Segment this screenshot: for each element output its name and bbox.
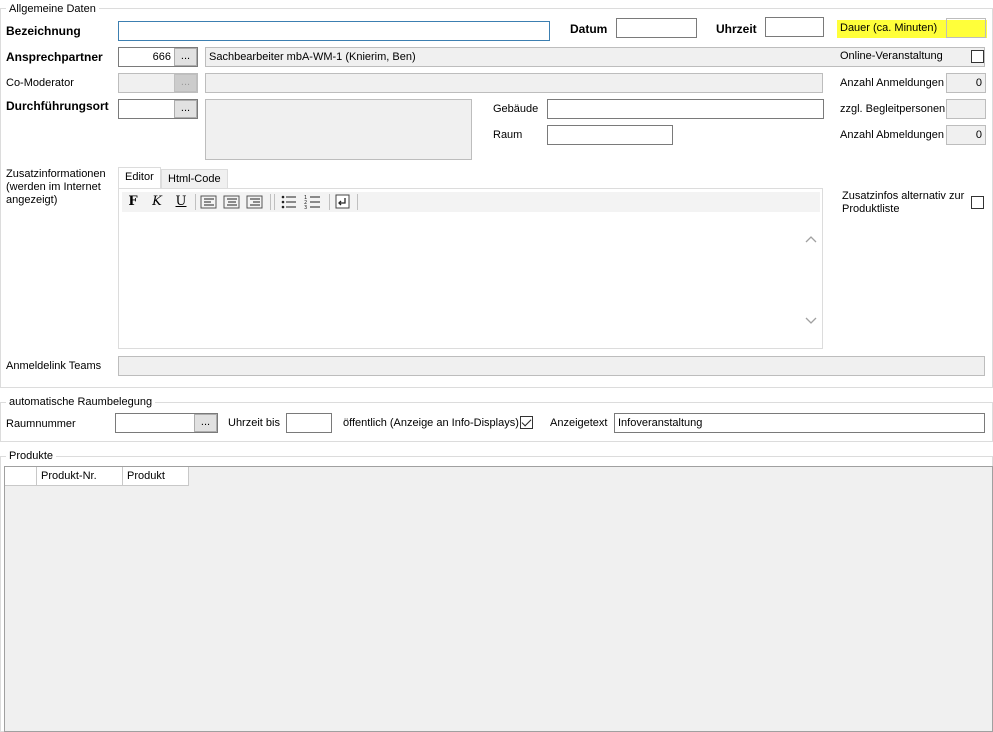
anzeigetext-input[interactable]: Infoveranstaltung bbox=[614, 413, 985, 433]
grid-row-header bbox=[5, 467, 37, 486]
raumbelegung-group-title: automatische Raumbelegung bbox=[6, 396, 156, 408]
datum-label: Datum bbox=[570, 22, 608, 36]
editor-toolbar: F K U 123 bbox=[122, 192, 820, 212]
durchfuehrungsort-label: Durchführungsort bbox=[6, 99, 109, 113]
oeffentlich-label: öffentlich (Anzeige an Info-Displays) bbox=[343, 417, 519, 429]
italic-button[interactable]: K bbox=[147, 193, 167, 211]
online-label: Online-Veranstaltung bbox=[840, 50, 943, 62]
uhrzeit-input[interactable] bbox=[765, 17, 824, 37]
zusatz-alt-checkbox[interactable] bbox=[971, 196, 984, 209]
scroll-up-icon[interactable] bbox=[802, 232, 820, 244]
online-checkbox[interactable] bbox=[971, 50, 984, 63]
gebaeude-label: Gebäude bbox=[493, 103, 539, 115]
gebaeude-input[interactable] bbox=[547, 99, 824, 119]
editor-content[interactable] bbox=[122, 214, 800, 344]
toolbar-separator bbox=[274, 194, 275, 210]
toolbar-separator bbox=[357, 194, 358, 210]
oeffentlich-checkbox[interactable] bbox=[520, 416, 533, 429]
align-right-icon[interactable] bbox=[246, 194, 264, 210]
raumnummer-browse-button[interactable]: ... bbox=[194, 414, 217, 432]
dauer-label: Dauer (ca. Minuten) bbox=[840, 22, 938, 34]
raumnummer-label: Raumnummer bbox=[6, 418, 76, 430]
numbered-list-icon[interactable]: 123 bbox=[304, 194, 322, 211]
begleitpersonen-field bbox=[946, 99, 986, 119]
anmeldungen-label: Anzahl Anmeldungen bbox=[840, 77, 944, 89]
toolbar-separator bbox=[195, 194, 196, 210]
co-moderator-label: Co-Moderator bbox=[6, 77, 74, 89]
uhrzeit-label: Uhrzeit bbox=[716, 22, 757, 36]
raum-input[interactable] bbox=[547, 125, 673, 145]
bullet-list-icon[interactable] bbox=[280, 194, 298, 210]
insert-break-icon[interactable] bbox=[335, 194, 351, 210]
column-header-produkt-nr[interactable]: Produkt-Nr. bbox=[37, 467, 123, 486]
co-moderator-name-field bbox=[205, 73, 823, 93]
tab-html-code[interactable]: Html-Code bbox=[161, 169, 228, 189]
scroll-down-icon[interactable] bbox=[802, 314, 820, 326]
zusatz-alt-label: Zusatzinfos alternativ zur Produktliste bbox=[842, 190, 965, 215]
durchfuehrungsort-browse-button[interactable]: ... bbox=[174, 100, 197, 118]
begleitpersonen-label: zzgl. Begleitpersonen bbox=[840, 103, 946, 115]
uhrzeit-bis-input[interactable] bbox=[286, 413, 332, 433]
bold-button[interactable]: F bbox=[123, 193, 143, 211]
align-left-icon[interactable] bbox=[200, 194, 218, 210]
co-moderator-browse-button: ... bbox=[174, 74, 197, 92]
toolbar-separator bbox=[329, 194, 330, 210]
ansprechpartner-label: Ansprechpartner bbox=[6, 50, 103, 64]
general-group-title: Allgemeine Daten bbox=[6, 3, 99, 15]
anmeldelink-field bbox=[118, 356, 985, 376]
svg-text:3: 3 bbox=[304, 205, 307, 210]
produkte-grid[interactable]: Produkt-Nr. Produkt bbox=[4, 466, 993, 732]
bezeichnung-label: Bezeichnung bbox=[6, 24, 81, 38]
zusatz-label: Zusatzinformationen (werden im Internet … bbox=[6, 168, 106, 206]
anmeldungen-field: 0 bbox=[946, 73, 986, 93]
abmeldungen-field: 0 bbox=[946, 125, 986, 145]
toolbar-separator bbox=[270, 194, 271, 210]
dauer-input[interactable] bbox=[946, 18, 986, 38]
anzeigetext-label: Anzeigetext bbox=[550, 417, 608, 429]
column-header-produkt[interactable]: Produkt bbox=[123, 467, 189, 486]
underline-button[interactable]: U bbox=[171, 193, 191, 211]
tab-editor[interactable]: Editor bbox=[118, 167, 161, 189]
uhrzeit-bis-label: Uhrzeit bis bbox=[228, 417, 280, 429]
bezeichnung-input[interactable] bbox=[118, 21, 550, 41]
ansprechpartner-code: 666 bbox=[152, 51, 171, 63]
produkte-group-title: Produkte bbox=[6, 450, 57, 462]
raum-label: Raum bbox=[493, 129, 523, 141]
datum-input[interactable] bbox=[616, 18, 697, 38]
abmeldungen-label: Anzahl Abmeldungen bbox=[840, 129, 944, 141]
ansprechpartner-browse-button[interactable]: ... bbox=[174, 48, 197, 66]
anmeldelink-label: Anmeldelink Teams bbox=[6, 360, 102, 372]
align-center-icon[interactable] bbox=[223, 194, 241, 210]
durchfuehrungsort-address-field bbox=[205, 99, 472, 160]
